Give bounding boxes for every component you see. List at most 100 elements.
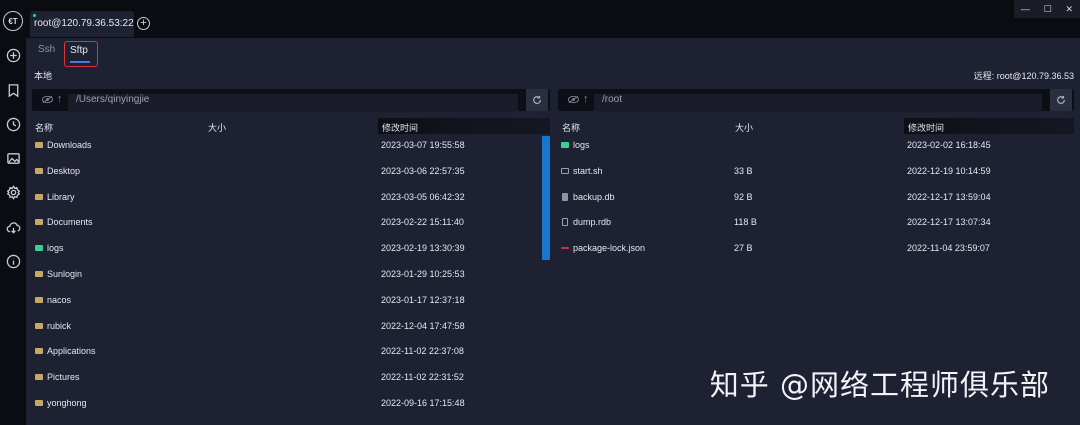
add-connection-icon[interactable] [4, 46, 22, 64]
bookmark-icon[interactable] [4, 81, 22, 99]
watermark-text: 知乎 @网络工程师俱乐部 [709, 368, 1050, 402]
file-name: logs [47, 243, 64, 254]
active-tab-underline [70, 61, 90, 63]
file-row[interactable]: logs 2023-02-02 16:18:45 [561, 136, 1061, 156]
file-row[interactable]: package-lock.json 27 B 2022-11-04 23:59:07 [561, 239, 1061, 259]
parent-dir-up-icon[interactable]: ↑ [583, 93, 589, 105]
file-row[interactable]: Downloads 2023-03-07 19:55:58 [35, 136, 535, 156]
file-name: Documents [47, 217, 93, 228]
file-row[interactable]: Applications 2022-11-02 22:37:08 [35, 342, 535, 362]
file-name: Downloads [47, 140, 92, 150]
file-row[interactable]: Pictures 2022-11-02 22:31:52 [35, 368, 535, 388]
file-modified: 2023-01-29 10:25:53 [381, 269, 465, 279]
info-icon[interactable] [4, 252, 22, 270]
remote-path-input[interactable]: /root [594, 94, 1042, 112]
hidden-files-eye-icon[interactable] [568, 95, 579, 104]
cloud-sync-icon[interactable] [4, 218, 22, 236]
refresh-icon [1057, 95, 1065, 104]
tab-ssh[interactable]: Ssh [38, 44, 55, 55]
remote-table-header: 名称 大小 修改时间 [562, 118, 1074, 134]
maximize-icon[interactable]: ☐ [1044, 4, 1052, 15]
col-modified-header[interactable]: 修改时间 [904, 118, 1074, 134]
hidden-files-eye-icon[interactable] [42, 95, 53, 104]
add-tab-icon[interactable]: + [137, 17, 150, 30]
window-controls: — ☐ ✕ [1014, 0, 1080, 18]
history-clock-icon[interactable] [4, 115, 22, 133]
local-path-input[interactable]: /Users/qinyingjie [68, 94, 518, 112]
local-pane-title: 本地 [34, 71, 53, 81]
refresh-icon [533, 95, 541, 104]
file-row[interactable]: start.sh 33 B 2022-12-19 10:14:59 [561, 162, 1061, 182]
file-size: 33 B [734, 165, 753, 176]
connected-status-dot [33, 14, 36, 17]
file-row[interactable]: yonghong 2022-09-16 17:15:48 [35, 394, 535, 414]
file-modified: 2023-03-05 06:42:32 [381, 191, 465, 202]
file-name: nacos [47, 294, 72, 305]
folder-icon [35, 193, 43, 200]
json-file-icon [561, 247, 569, 250]
file-row[interactable]: Library 2023-03-05 06:42:32 [35, 188, 535, 208]
col-modified-header[interactable]: 修改时间 [378, 118, 550, 134]
file-row[interactable]: dump.rdb 118 B 2022-12-17 13:07:34 [561, 213, 1061, 233]
parent-dir-up-icon[interactable]: ↑ [57, 93, 63, 105]
file-row[interactable]: logs 2023-02-19 13:30:39 [35, 239, 535, 259]
session-tab-label: root@120.79.36.53:22 [34, 18, 134, 29]
folder-icon [35, 348, 43, 355]
file-modified: 2022-11-02 22:31:52 [381, 372, 464, 383]
folder-icon [35, 296, 43, 303]
file-row[interactable]: Documents 2023-02-22 15:11:40 [35, 213, 535, 233]
folder-icon [35, 400, 43, 406]
file-row[interactable]: Sunlogin 2023-01-29 10:25:53 [35, 265, 535, 285]
folder-icon [35, 245, 43, 252]
file-name: rubick [47, 320, 72, 331]
file-icon [562, 218, 568, 227]
folder-icon [35, 167, 43, 174]
minimize-icon[interactable]: — [1021, 4, 1030, 14]
file-name: yonghong [47, 398, 87, 408]
file-size: 118 B [734, 217, 757, 228]
col-size-header[interactable]: 大小 [208, 121, 226, 134]
file-modified: 2022-12-17 13:07:34 [907, 217, 991, 228]
remote-pane-title: 远程: root@120.79.36.53 [973, 71, 1074, 81]
file-name: Applications [47, 346, 96, 357]
folder-icon [35, 374, 43, 381]
file-name: Sunlogin [47, 269, 83, 279]
file-size: 27 B [734, 243, 753, 254]
col-name-header[interactable]: 名称 [35, 121, 53, 134]
folder-icon [561, 142, 569, 148]
file-modified: 2023-03-06 22:57:35 [381, 165, 465, 176]
file-size: 92 B [734, 191, 753, 202]
folder-icon [35, 322, 43, 329]
local-refresh-button[interactable] [526, 89, 548, 111]
file-name: Pictures [47, 372, 80, 383]
remote-refresh-button[interactable] [1050, 89, 1072, 111]
local-path-bar: ↑ /Users/qinyingjie [32, 89, 550, 112]
file-modified: 2023-01-17 12:37:18 [381, 294, 465, 305]
file-modified: 2022-12-19 10:14:59 [907, 165, 991, 176]
folder-icon [35, 271, 43, 277]
file-modified: 2022-12-04 17:47:58 [381, 320, 465, 331]
session-tab-bar: root@120.79.36.53:22 + — ☐ ✕ [26, 0, 1080, 38]
col-size-header[interactable]: 大小 [735, 121, 753, 134]
local-table-header: 名称 大小 修改时间 [35, 118, 550, 134]
file-name: logs [573, 140, 590, 150]
close-icon[interactable]: ✕ [1066, 4, 1074, 15]
file-row[interactable]: nacos 2023-01-17 12:37:18 [35, 291, 535, 311]
file-row[interactable]: rubick 2022-12-04 17:47:58 [35, 317, 535, 337]
file-row[interactable]: Desktop 2023-03-06 22:57:35 [35, 162, 535, 182]
col-name-header[interactable]: 名称 [562, 121, 580, 134]
tab-sftp[interactable]: Sftp [64, 41, 98, 67]
file-modified: 2022-12-17 13:59:04 [907, 191, 991, 202]
file-modified: 2022-11-02 22:37:08 [381, 346, 464, 357]
file-modified: 2022-11-04 23:59:07 [907, 243, 990, 254]
image-icon[interactable] [4, 149, 22, 167]
settings-gear-icon[interactable] [4, 183, 22, 201]
session-tab[interactable]: root@120.79.36.53:22 [30, 11, 134, 37]
script-file-icon [561, 167, 569, 174]
file-name: Desktop [47, 165, 81, 176]
local-list-scrollbar[interactable] [542, 136, 550, 260]
file-modified: 2023-02-19 13:30:39 [381, 243, 465, 254]
file-name: backup.db [573, 191, 615, 202]
file-row[interactable]: backup.db 92 B 2022-12-17 13:59:04 [561, 188, 1061, 208]
folder-icon [35, 142, 43, 148]
